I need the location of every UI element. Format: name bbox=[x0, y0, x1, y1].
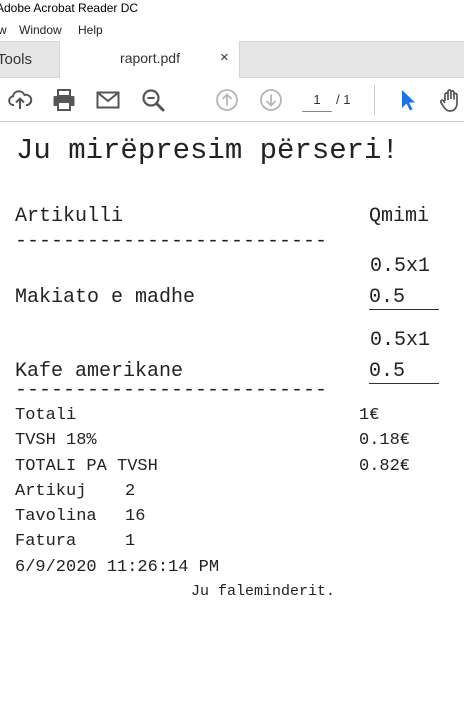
receipt-heading: Ju mirëpresim përseri! bbox=[16, 134, 399, 167]
items-count-label: Artikuj bbox=[15, 482, 87, 501]
page-down-icon[interactable] bbox=[258, 87, 284, 113]
receipt-datetime: 6/9/2020 11:26:14 PM bbox=[15, 558, 220, 577]
receipt-divider: -------------------------- bbox=[15, 379, 328, 402]
mail-icon[interactable] bbox=[95, 87, 121, 113]
tab-document-label: raport.pdf bbox=[120, 50, 180, 66]
menu-item-view[interactable]: w bbox=[0, 23, 7, 37]
close-tab-icon[interactable]: × bbox=[220, 49, 229, 66]
title-bar: Adobe Acrobat Reader DC bbox=[0, 0, 464, 19]
select-cursor-icon[interactable] bbox=[394, 87, 420, 113]
tab-tools[interactable]: Tools bbox=[0, 42, 59, 78]
table-number-label: Tavolina bbox=[15, 507, 97, 526]
tab-document[interactable]: raport.pdf × bbox=[59, 41, 240, 79]
tab-bar: Tools raport.pdf × bbox=[0, 41, 464, 79]
column-header-price: Qmimi bbox=[369, 205, 430, 228]
receipt-divider: -------------------------- bbox=[15, 230, 328, 253]
item-price: 0.5 bbox=[369, 360, 439, 384]
page-number-input[interactable]: 1 bbox=[302, 88, 332, 112]
menu-item-help[interactable]: Help bbox=[78, 23, 103, 37]
table-number-value: 16 bbox=[125, 507, 146, 526]
total-without-vat-value: 0.82€ bbox=[359, 457, 411, 476]
toolbar: 1 / 1 bbox=[0, 78, 464, 122]
tab-tools-label: Tools bbox=[0, 51, 33, 68]
items-count-value: 2 bbox=[125, 482, 136, 501]
total-without-vat-label: TOTALI PA TVSH bbox=[15, 457, 158, 476]
item-name: Makiato e madhe bbox=[15, 286, 196, 309]
total-value: 1€ bbox=[359, 406, 380, 425]
menu-item-window[interactable]: Window bbox=[19, 23, 62, 37]
item-quantity: 0.5x1 bbox=[370, 329, 431, 352]
receipt-footer: Ju faleminderit. bbox=[191, 583, 336, 600]
item-price: 0.5 bbox=[369, 286, 439, 310]
upload-icon[interactable] bbox=[7, 87, 33, 113]
column-header-item: Artikulli bbox=[15, 205, 124, 228]
total-label: Totali bbox=[15, 406, 77, 425]
document-page: Ju mirëpresim përseri! Artikulli Qmimi -… bbox=[0, 122, 464, 707]
toolbar-divider bbox=[374, 85, 375, 115]
zoom-icon[interactable] bbox=[140, 87, 166, 113]
page-up-icon[interactable] bbox=[214, 87, 240, 113]
hand-icon[interactable] bbox=[438, 87, 464, 113]
print-icon[interactable] bbox=[51, 87, 77, 113]
invoice-number-value: 1 bbox=[125, 532, 136, 551]
vat-value: 0.18€ bbox=[359, 431, 411, 450]
page-number-value: 1 bbox=[313, 92, 321, 107]
page-total: / 1 bbox=[336, 92, 351, 107]
item-quantity: 0.5x1 bbox=[370, 255, 431, 278]
window-title: Adobe Acrobat Reader DC bbox=[0, 1, 139, 15]
vat-label: TVSH 18% bbox=[15, 431, 97, 450]
menu-bar: w Window Help bbox=[0, 19, 464, 41]
invoice-number-label: Fatura bbox=[15, 532, 77, 551]
